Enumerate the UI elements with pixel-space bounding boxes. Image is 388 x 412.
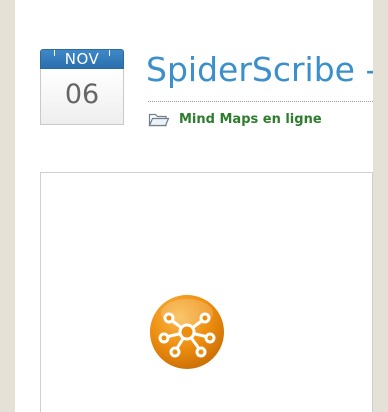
category: Mind Maps en ligne <box>148 111 322 127</box>
page-margin <box>373 0 388 412</box>
date-month: NOV <box>40 49 124 69</box>
category-link[interactable]: Mind Maps en ligne <box>179 112 322 127</box>
date-badge: NOV 06 <box>40 49 124 126</box>
spiderscribe-logo-icon <box>148 293 226 371</box>
date-day: 06 <box>40 69 124 125</box>
folder-icon <box>148 111 170 127</box>
post-title-link[interactable]: SpiderScribe - <box>146 50 377 90</box>
title-divider <box>148 101 373 102</box>
post-image <box>40 172 373 412</box>
